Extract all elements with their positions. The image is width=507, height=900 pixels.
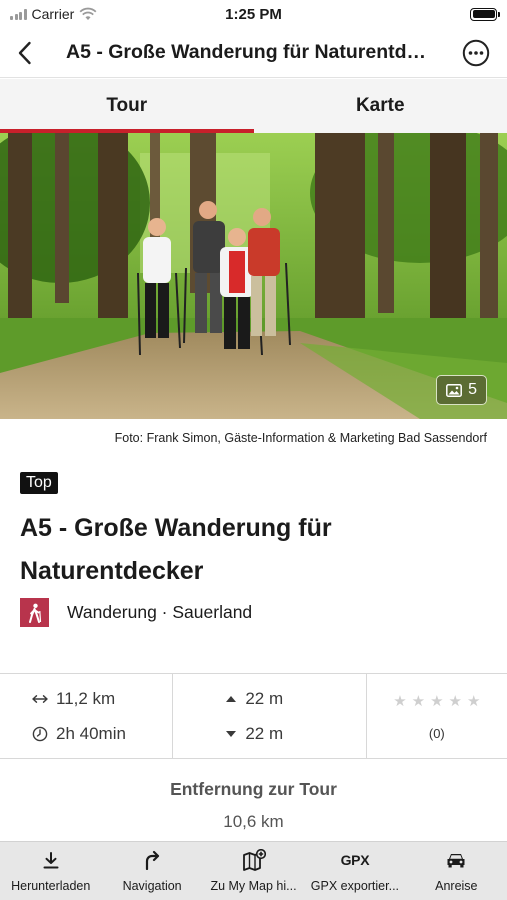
tab-karte[interactable]: Karte [254, 79, 507, 133]
distance-stat: 11,2 km [32, 689, 172, 709]
more-icon [462, 39, 490, 66]
gpx-export-label: GPX exportier... [310, 879, 400, 893]
distance-arrows-icon [32, 694, 48, 703]
gpx-icon: GPX [340, 852, 370, 868]
ascent-icon [226, 695, 237, 702]
add-to-map-icon [242, 849, 266, 871]
descent-stat: 22 m [225, 724, 365, 744]
clock-icon [32, 726, 48, 741]
stats-elevation: 22 m 22 m [172, 674, 365, 758]
duration-value: 2h 40min [56, 723, 126, 743]
star-icon: ★ [393, 692, 407, 710]
gallery-count: 5 [468, 381, 477, 398]
car-icon [447, 854, 465, 868]
signal-icon [10, 8, 27, 20]
top-badge: Top [20, 472, 58, 494]
turn-right-icon [146, 850, 160, 870]
directions-button[interactable]: Anreise [406, 842, 507, 900]
directions-label: Anreise [435, 879, 478, 893]
distance-to-tour-label: Entfernung zur Tour [170, 779, 337, 799]
tour-stats: 11,2 km 2h 40min 22 m 22 m ★ ★ ★ ★ ★ (0) [0, 673, 507, 759]
tour-title: A5 - Große Wanderung für Naturentdecker [20, 514, 332, 585]
distance-to-tour-value: 10,6 km [223, 812, 284, 831]
ascent-stat: 22 m [225, 689, 365, 709]
tab-tour[interactable]: Tour [0, 79, 254, 133]
rating-count: (0) [428, 725, 445, 741]
descent-value: 22 m [245, 723, 284, 743]
forest-photo [0, 133, 507, 419]
tab-bar: Tour Karte [0, 79, 507, 133]
descent-icon [226, 730, 237, 737]
download-icon [43, 851, 59, 868]
battery-icon [470, 7, 500, 21]
navigation-label: Navigation [122, 879, 182, 893]
gallery-badge[interactable]: 5 [436, 375, 487, 405]
download-label: Herunterladen [11, 879, 91, 893]
image-icon [446, 383, 463, 397]
gpx-export-button[interactable]: GPX GPX exportier... [304, 842, 405, 900]
ascent-value: 22 m [245, 688, 284, 708]
wifi-icon [79, 7, 97, 20]
chevron-left-icon [18, 41, 31, 64]
tour-category: Wanderung · Sauerland [20, 598, 252, 627]
hiking-icon [20, 598, 49, 627]
star-icon: ★ [411, 692, 426, 710]
add-to-map-label: Zu My Map hi... [210, 879, 297, 893]
download-button[interactable]: Herunterladen [0, 842, 101, 900]
rating-stars: ★ ★ ★ ★ ★ [393, 692, 480, 710]
navigation-button[interactable]: Navigation [101, 842, 202, 900]
distance-value: 11,2 km [56, 688, 116, 708]
photo-credit: Foto: Frank Simon, Gäste-Information & M… [114, 431, 487, 445]
more-button[interactable] [445, 28, 507, 78]
star-icon: ★ [430, 692, 444, 710]
hero-image[interactable]: 5 [0, 133, 507, 419]
navigation-bar: A5 - Große Wanderung für Naturentdecker [0, 28, 507, 78]
status-bar: Carrier 1:25 PM [0, 0, 507, 28]
star-icon: ★ [448, 692, 462, 710]
carrier-label: Carrier [31, 6, 75, 22]
stats-rating[interactable]: ★ ★ ★ ★ ★ (0) [365, 674, 507, 758]
carrier-info: Carrier [10, 6, 97, 22]
star-icon: ★ [467, 692, 481, 710]
duration-stat: 2h 40min [32, 724, 172, 744]
back-button[interactable] [0, 28, 56, 78]
category-label: Wanderung · Sauerland [67, 602, 253, 622]
nav-title: A5 - Große Wanderung für Naturentdecker [66, 41, 445, 63]
add-to-my-map-button[interactable]: Zu My Map hi... [203, 842, 304, 900]
bottom-toolbar: Herunterladen Navigation Zu My Map hi...… [0, 841, 507, 900]
stats-distance-duration: 11,2 km 2h 40min [0, 674, 172, 758]
